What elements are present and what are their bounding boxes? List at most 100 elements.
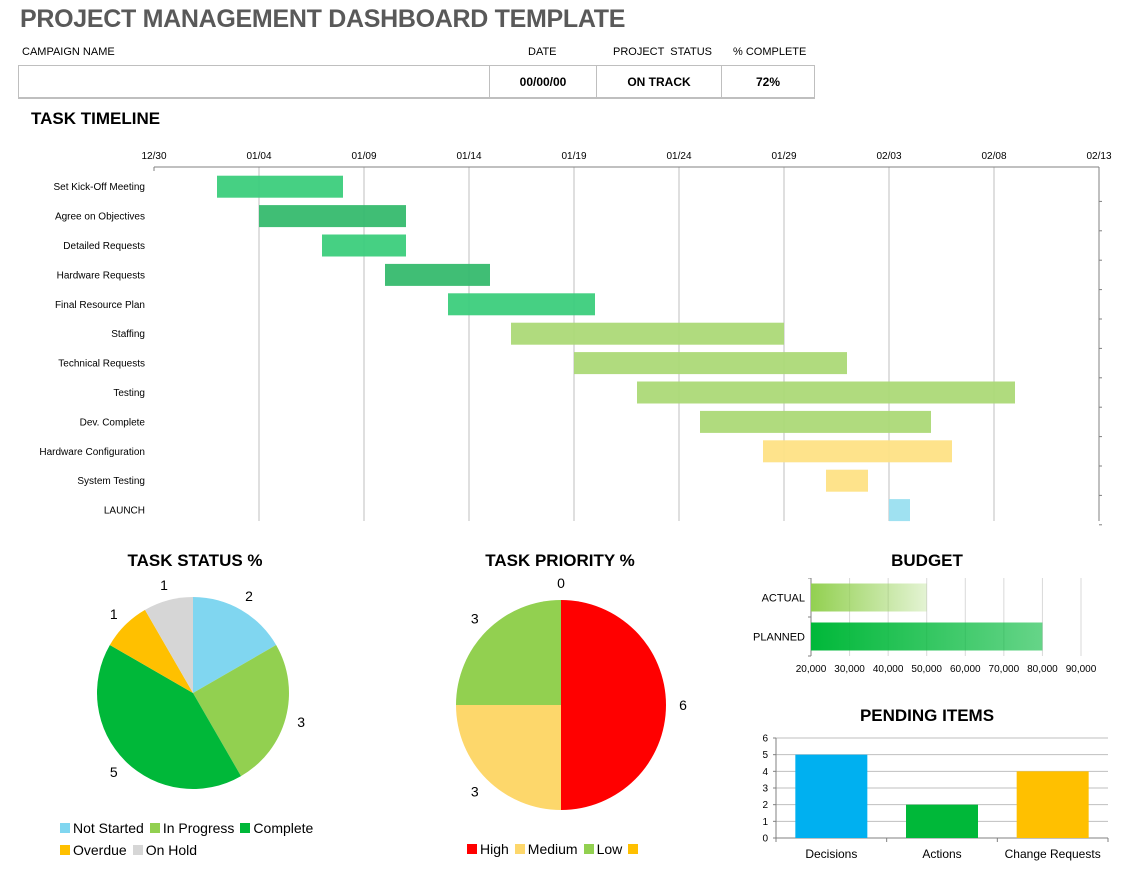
task-label: Agree on Objectives xyxy=(55,212,145,223)
legend-swatch xyxy=(514,844,525,854)
category-label: Actions xyxy=(922,847,961,861)
legend-swatch xyxy=(583,844,594,854)
campaign-name-field[interactable] xyxy=(19,66,489,97)
task-label: Staffing xyxy=(111,329,145,340)
legend-label: Overdue xyxy=(73,842,127,858)
budget-bar xyxy=(811,622,1043,651)
legend-item: Complete xyxy=(240,817,313,839)
x-tick-label: 01/04 xyxy=(246,151,271,162)
category-label: Change Requests xyxy=(1005,847,1101,861)
legend-swatch xyxy=(60,823,70,833)
legend-item: Not Started xyxy=(60,817,144,839)
pending-bar xyxy=(906,804,978,838)
legend-label: On Hold xyxy=(145,842,198,858)
task-timeline-chart: 12/30 01/04 01/09 01/14 01/19 01/24 01/29 02/03… xyxy=(39,151,1112,526)
legend-swatch xyxy=(628,844,639,854)
task-bar xyxy=(385,263,490,286)
pie-data-label: 2 xyxy=(245,588,253,604)
pending-bar xyxy=(795,754,868,838)
task-label: System Testing xyxy=(77,476,145,487)
task-timeline-title: TASK TIMELINE xyxy=(31,109,161,128)
task-bar xyxy=(217,175,343,198)
pie-data-label: 1 xyxy=(160,577,168,593)
pie-data-label: 6 xyxy=(679,697,687,713)
task-bar xyxy=(259,205,406,228)
task-label: Set Kick-Off Meeting xyxy=(53,182,145,193)
y-tick-label: 1 xyxy=(762,817,768,828)
task-label: Testing xyxy=(113,388,145,399)
x-tick-label: 30,000 xyxy=(834,664,865,675)
x-tick-label: 02/03 xyxy=(876,151,901,162)
legend-item: In Progress xyxy=(149,817,234,839)
category-label: Decisions xyxy=(805,847,857,861)
task-priority-title: TASK PRIORITY % xyxy=(485,551,635,570)
y-tick-label: 5 xyxy=(762,750,768,761)
pie-data-label: 3 xyxy=(297,714,305,730)
x-tick-label: 60,000 xyxy=(950,664,981,675)
y-tick-label: 2 xyxy=(762,800,768,811)
header-table: 00/00/00 ON TRACK 72% xyxy=(18,65,815,99)
task-label: Dev. Complete xyxy=(80,417,146,428)
pie-data-label: 1 xyxy=(110,606,118,622)
legend-swatch xyxy=(60,845,70,855)
pie-data-label: 3 xyxy=(471,783,479,799)
project-status-label: PROJECT STATUS xyxy=(613,46,713,58)
pending-items-title: PENDING ITEMS xyxy=(859,706,995,725)
legend-swatch xyxy=(467,844,477,854)
x-tick-label: 01/24 xyxy=(666,151,691,162)
page-title: PROJECT MANAGEMENT DASHBOARD TEMPLATE xyxy=(20,5,626,33)
x-tick-label: 80,000 xyxy=(1027,664,1058,675)
task-bar xyxy=(322,234,406,257)
percent-complete-field[interactable]: 72% xyxy=(721,66,814,97)
campaign-name-label: CAMPAIGN NAME xyxy=(22,46,115,58)
x-tick-label: 90,000 xyxy=(1066,664,1097,675)
pie-data-label: 5 xyxy=(110,764,118,780)
x-tick-label: 02/13 xyxy=(1086,151,1111,162)
task-priority-legend: High Medium Low xyxy=(467,838,727,860)
task-bar xyxy=(700,410,931,433)
task-bar xyxy=(889,499,910,522)
legend-swatch xyxy=(149,823,160,833)
task-bar xyxy=(826,469,868,492)
task-label: Detailed Requests xyxy=(63,241,145,252)
task-bar xyxy=(763,440,952,463)
project-status-field[interactable]: ON TRACK xyxy=(596,66,721,97)
task-label: Hardware Configuration xyxy=(39,447,145,458)
pending-bar xyxy=(1016,771,1089,838)
pie-data-label: 3 xyxy=(471,611,479,627)
legend-item xyxy=(628,838,641,860)
task-bar xyxy=(574,352,847,375)
task-priority-pie: 6 3 3 0 xyxy=(456,575,687,810)
legend-item: Medium xyxy=(514,838,578,860)
x-tick-label: 02/08 xyxy=(981,151,1006,162)
x-tick-label: 01/19 xyxy=(561,151,586,162)
legend-item: Overdue xyxy=(60,839,127,861)
task-bar xyxy=(448,293,595,316)
legend-label: Low xyxy=(596,841,623,857)
budget-chart: 20,000 30,000 40,000 50,000 60,000 70,000 80,0… xyxy=(753,578,1097,675)
legend-label: High xyxy=(480,841,509,857)
category-label: ACTUAL xyxy=(762,593,805,605)
date-label: DATE xyxy=(528,46,557,58)
legend-label: Not Started xyxy=(73,820,144,836)
x-tick-label: 50,000 xyxy=(911,664,942,675)
y-tick-label: 3 xyxy=(762,784,768,795)
x-tick-label: 01/09 xyxy=(351,151,376,162)
y-tick-label: 4 xyxy=(762,767,768,778)
budget-title: BUDGET xyxy=(891,551,963,570)
budget-bar xyxy=(811,583,927,612)
task-label: Final Resource Plan xyxy=(55,300,145,311)
task-bar xyxy=(511,322,784,345)
task-label: Hardware Requests xyxy=(57,270,145,281)
x-tick-label: 20,000 xyxy=(796,664,827,675)
task-status-title: TASK STATUS % xyxy=(127,551,263,570)
legend-swatch xyxy=(240,823,251,833)
y-tick-label: 0 xyxy=(762,834,768,845)
task-status-pie: 2 3 5 1 1 xyxy=(96,577,305,789)
date-field[interactable]: 00/00/00 xyxy=(489,66,596,97)
task-bar xyxy=(637,381,1015,404)
legend-item: On Hold xyxy=(132,839,198,861)
category-label: PLANNED xyxy=(753,632,805,644)
task-label: Technical Requests xyxy=(58,359,145,370)
x-tick-label: 40,000 xyxy=(873,664,904,675)
